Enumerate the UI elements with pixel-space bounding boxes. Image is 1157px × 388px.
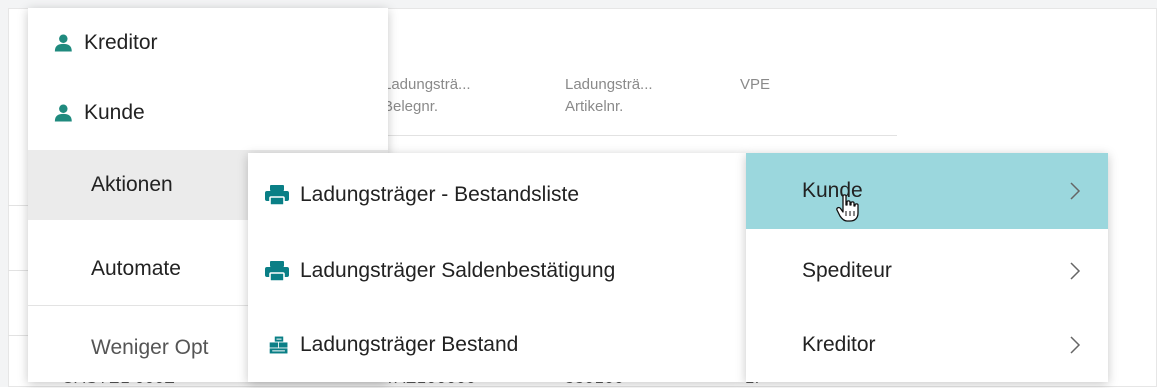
column-header-line: Ladungsträ... bbox=[565, 76, 653, 93]
printer-icon bbox=[265, 261, 289, 282]
menu-item-bestand[interactable]: Ladungsträger Bestand bbox=[248, 309, 746, 381]
report-icon bbox=[269, 336, 288, 354]
row-divider bbox=[8, 270, 30, 271]
person-icon bbox=[54, 104, 72, 122]
row-divider bbox=[8, 205, 30, 206]
printer-icon bbox=[265, 185, 289, 206]
row-divider bbox=[8, 335, 30, 336]
menu-item-label: Kunde bbox=[84, 101, 145, 124]
column-header-vpe[interactable]: VPE bbox=[740, 74, 770, 96]
column-header-line: VPE bbox=[740, 76, 771, 93]
menu-item-label: Ladungsträger - Bestandsliste bbox=[300, 183, 579, 206]
menu-item-label: Spediteur bbox=[802, 259, 892, 282]
person-icon bbox=[54, 34, 72, 52]
menu-item-label: Weniger Opt bbox=[91, 336, 209, 359]
menu-item-label: Aktionen bbox=[91, 173, 173, 196]
column-header-artikelnr[interactable]: Ladungsträ... Artikelnr. bbox=[565, 74, 653, 118]
chevron-right-icon bbox=[1070, 336, 1081, 354]
header-divider bbox=[380, 135, 897, 136]
menu-item-bestandsliste[interactable]: Ladungsträger - Bestandsliste bbox=[248, 157, 746, 233]
bestandsliste-submenu: Kunde Spediteur Kreditor bbox=[746, 153, 1108, 382]
menu-item-saldenbestaetigung[interactable]: Ladungsträger Saldenbestätigung bbox=[248, 233, 746, 309]
menu-item-label: Ladungsträger Bestand bbox=[300, 333, 519, 356]
hand-cursor-icon bbox=[836, 194, 859, 222]
chevron-right-icon bbox=[1070, 182, 1081, 200]
menu-item-label: Kreditor bbox=[802, 333, 876, 356]
menu-item-kunde-sub[interactable]: Kunde bbox=[746, 153, 1108, 229]
menu-item-kreditor[interactable]: Kreditor bbox=[28, 8, 388, 78]
column-header-line: Belegnr. bbox=[383, 98, 439, 115]
column-header-belegnr[interactable]: Ladungsträ... Belegnr. bbox=[383, 74, 471, 118]
menu-item-label: Ladungsträger Saldenbestätigung bbox=[300, 259, 616, 282]
menu-item-kunde[interactable]: Kunde bbox=[28, 78, 388, 148]
menu-item-kreditor-sub[interactable]: Kreditor bbox=[746, 309, 1108, 381]
chevron-right-icon bbox=[1070, 262, 1081, 280]
aktionen-submenu: Ladungsträger - Bestandsliste Ladungsträ… bbox=[248, 153, 746, 382]
menu-item-label: Kreditor bbox=[84, 31, 158, 54]
menu-item-spediteur[interactable]: Spediteur bbox=[746, 233, 1108, 309]
column-header-line: Ladungsträ... bbox=[383, 76, 471, 93]
column-header-line: Artikelnr. bbox=[565, 98, 624, 115]
menu-item-label: Automate bbox=[91, 257, 181, 280]
